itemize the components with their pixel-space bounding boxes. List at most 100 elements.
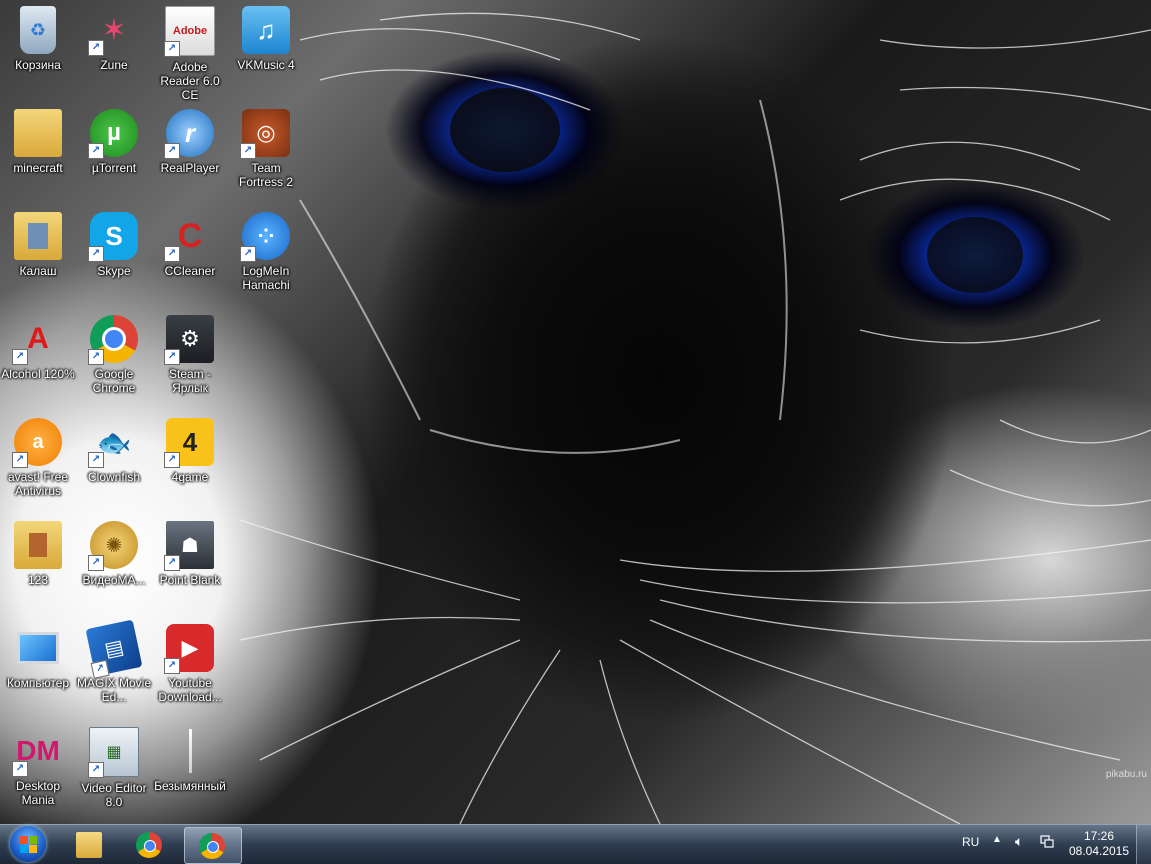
shortcut-arrow-icon: ↗ — [164, 658, 180, 674]
icon-label: 123 — [27, 573, 49, 587]
icon-label: Youtube Download... — [158, 676, 222, 704]
4game-icon: 4 ↗ — [164, 418, 214, 468]
icon-label: Безымянный — [154, 779, 226, 793]
taskbar-chrome-button[interactable] — [122, 827, 178, 862]
shortcut-arrow-icon: ↗ — [240, 143, 256, 159]
shortcut-arrow-icon: ↗ — [164, 349, 180, 365]
desktop-icon-skype[interactable]: S ↗ Skype — [76, 206, 152, 304]
blank-file-icon — [166, 727, 214, 775]
icon-label: avast! Free Antivirus — [7, 470, 69, 498]
desktop-icon-alcohol[interactable]: A ↗ Alcohol 120% — [0, 309, 76, 407]
desktop-icon-hamachi[interactable]: ⁘ ↗ LogMeIn Hamachi — [228, 206, 304, 304]
desktop-icon-avast[interactable]: a ↗ avast! Free Antivirus — [0, 412, 76, 510]
shortcut-arrow-icon: ↗ — [88, 349, 104, 365]
icon-label: Zune — [100, 58, 128, 72]
utorrent-icon: µ ↗ — [88, 109, 138, 159]
clock-time: 17:26 — [1083, 829, 1115, 843]
clock[interactable]: 17:26 08.04.2015 — [1068, 829, 1130, 859]
desktop-icon-clownfish[interactable]: 🐟 ↗ Clownfish — [76, 412, 152, 510]
language-indicator[interactable]: RU — [962, 835, 979, 849]
icon-label: Компьютер — [6, 676, 70, 690]
desktop-icon-team-fortress[interactable]: ◎ ↗ Team Fortress 2 — [228, 103, 304, 201]
icon-label: µTorrent — [91, 161, 137, 175]
network-icon[interactable] — [1040, 834, 1054, 848]
zune-icon: ✶ ↗ — [88, 6, 138, 56]
desktop-icon-folder-123[interactable]: 123 — [0, 515, 76, 613]
icon-label: VKMusic 4 — [237, 58, 295, 72]
desktop-icon-vkmusic[interactable]: ♫ VKMusic 4 — [228, 0, 304, 98]
desktop-icon-magix[interactable]: ▤ ↗ MAGIX Movie Ed... — [76, 618, 152, 716]
shortcut-arrow-icon: ↗ — [88, 452, 104, 468]
youtube-downloader-icon: ▶ ↗ — [164, 624, 214, 674]
desktop-icon-ccleaner[interactable]: C ↗ CCleaner — [152, 206, 228, 304]
desktop-icon-zune[interactable]: ✶ ↗ Zune — [76, 0, 152, 98]
avast-icon: a ↗ — [12, 418, 62, 468]
shortcut-arrow-icon: ↗ — [88, 143, 104, 159]
recycle-bin-icon: ♻ — [20, 6, 56, 54]
desktop-icon-point-blank[interactable]: ☗ ↗ Point Blank — [152, 515, 228, 613]
shortcut-arrow-icon: ↗ — [90, 659, 110, 679]
shortcut-arrow-icon: ↗ — [164, 143, 180, 159]
icon-label: Adobe Reader 6.0 CE — [160, 60, 220, 102]
alcohol-icon: A ↗ — [12, 315, 62, 365]
desktop-icon-youtube-downloader[interactable]: ▶ ↗ Youtube Download... — [152, 618, 228, 716]
shortcut-arrow-icon: ↗ — [164, 452, 180, 468]
taskbar-chrome-window-button[interactable] — [184, 827, 242, 864]
icon-label: Корзина — [15, 58, 61, 72]
desktop-icon-4game[interactable]: 4 ↗ 4game — [152, 412, 228, 510]
volume-icon[interactable]: 🔈︎ — [1015, 833, 1023, 850]
clownfish-icon: 🐟 ↗ — [88, 418, 138, 468]
clock-date: 08.04.2015 — [1068, 844, 1130, 858]
shortcut-arrow-icon: ↗ — [88, 246, 104, 262]
desktop-icon-minecraft[interactable]: minecraft — [0, 103, 76, 201]
taskbar: RU ▲ 🔈︎ 17:26 08.04.2015 — [0, 824, 1151, 864]
taskbar-explorer-button[interactable] — [62, 827, 118, 862]
icon-label: LogMeIn Hamachi — [242, 264, 290, 292]
icon-label: ВидеоМА... — [82, 573, 146, 587]
icon-label: Google Chrome — [92, 367, 136, 395]
icon-label: Steam - Ярлык — [168, 367, 211, 395]
skype-icon: S ↗ — [88, 212, 138, 262]
chrome-icon: ↗ — [88, 315, 138, 365]
shortcut-arrow-icon: ↗ — [88, 555, 104, 571]
desktop-icon-steam[interactable]: ⚙ ↗ Steam - Ярлык — [152, 309, 228, 407]
film-reel-icon: ✺ ↗ — [88, 521, 138, 571]
folder-icon — [14, 521, 62, 569]
show-desktop-button[interactable] — [1136, 825, 1151, 864]
folder-icon — [14, 212, 62, 260]
shortcut-arrow-icon: ↗ — [164, 555, 180, 571]
shortcut-arrow-icon: ↗ — [164, 41, 180, 57]
icon-label: CCleaner — [164, 264, 216, 278]
desktop-icon-desktop-mania[interactable]: DM ↗ Desktop Mania — [0, 721, 76, 819]
desktop-icon-video-editor[interactable]: ▦ ↗ Video Editor 8.0 — [76, 721, 152, 819]
hamachi-icon: ⁘ ↗ — [240, 212, 290, 262]
icon-label: Skype — [97, 264, 131, 278]
icon-label: Desktop Mania — [15, 779, 61, 807]
adobe-reader-icon: Adobe ↗ — [164, 6, 215, 57]
watermark-text: pikabu.ru — [1105, 769, 1147, 780]
shortcut-arrow-icon: ↗ — [12, 349, 28, 365]
icon-label: 4game — [171, 470, 209, 484]
windows-logo-icon — [10, 826, 46, 862]
shortcut-arrow-icon: ↗ — [88, 40, 104, 56]
desktop-mania-icon: DM ↗ — [12, 727, 62, 777]
desktop-icon-utorrent[interactable]: µ ↗ µTorrent — [76, 103, 152, 201]
desktop-icon-computer[interactable]: Компьютер — [0, 618, 76, 716]
desktop-icon-recycle-bin[interactable]: ♻ Корзина — [0, 0, 76, 98]
show-hidden-icons-button[interactable]: ▲ — [992, 834, 1002, 845]
desktop-icon-adobe-reader[interactable]: Adobe ↗ Adobe Reader 6.0 CE — [152, 0, 228, 102]
shortcut-arrow-icon: ↗ — [164, 246, 180, 262]
start-button[interactable] — [4, 826, 54, 863]
music-note-icon: ♫ — [242, 6, 290, 54]
desktop-icon-kalash[interactable]: Калаш — [0, 206, 76, 304]
chrome-icon — [199, 833, 225, 859]
desktop-icon-videomaster[interactable]: ✺ ↗ ВидеоМА... — [76, 515, 152, 613]
icon-label: Калаш — [19, 264, 57, 278]
realplayer-icon: r ↗ — [164, 109, 214, 159]
video-editor-icon: ▦ ↗ — [88, 727, 139, 778]
desktop-icon-realplayer[interactable]: r ↗ RealPlayer — [152, 103, 228, 201]
desktop-icon-untitled[interactable]: Безымянный — [152, 721, 228, 819]
icon-label: MAGIX Movie Ed... — [76, 676, 151, 704]
desktop-icon-google-chrome[interactable]: ↗ Google Chrome — [76, 309, 152, 407]
icon-label: minecraft — [13, 161, 63, 175]
